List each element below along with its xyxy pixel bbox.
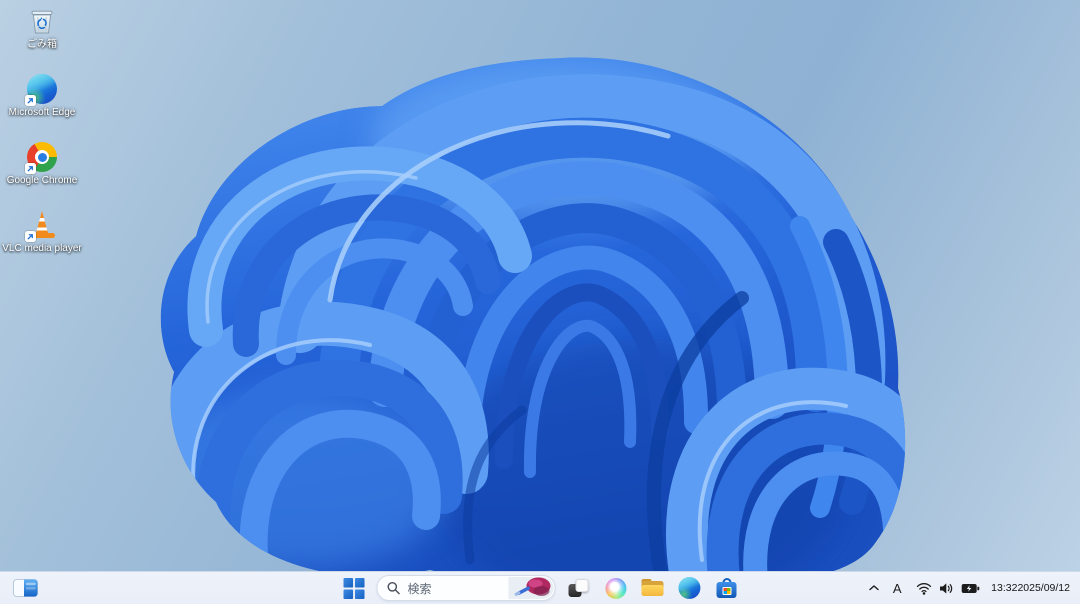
clock-date: 2025/09/12	[1017, 581, 1070, 594]
search-highlight-image	[508, 577, 554, 599]
search-icon	[387, 582, 400, 595]
shortcut-arrow-icon	[25, 163, 36, 174]
desktop-icon-recycle-bin[interactable]: ごみ箱	[6, 6, 78, 51]
tray-status-cluster[interactable]	[909, 575, 987, 601]
microsoft-store-icon	[716, 577, 738, 599]
start-button[interactable]	[337, 575, 371, 601]
taskbar-clock[interactable]: 13:32 2025/09/12	[987, 575, 1076, 601]
ime-mode-indicator[interactable]: A	[885, 575, 909, 601]
copilot-button[interactable]	[599, 575, 633, 601]
task-view-button[interactable]	[562, 575, 596, 601]
taskbar: 検索 A 13:32 2025/09/12	[0, 571, 1080, 604]
edge-taskbar-icon	[678, 577, 701, 599]
chrome-icon	[25, 142, 57, 174]
taskbar-search-box[interactable]: 検索	[376, 575, 556, 601]
file-explorer-icon	[641, 579, 664, 597]
desktop-icon-label: Microsoft Edge	[8, 107, 76, 118]
desktop-wallpaper: ごみ箱 Microsoft Edge Google Chrome VLC med…	[0, 0, 1080, 604]
wallpaper-bloom-graphic	[160, 57, 906, 588]
recycle-bin-icon	[27, 6, 57, 36]
shortcut-arrow-icon	[25, 95, 36, 106]
tray-show-hidden-icons-button[interactable]	[863, 575, 885, 601]
edge-button[interactable]	[673, 575, 707, 601]
wifi-icon	[917, 582, 932, 595]
copilot-icon	[605, 577, 626, 599]
desktop-icon-label: Google Chrome	[6, 175, 78, 186]
vlc-icon	[25, 210, 57, 242]
task-view-icon	[568, 578, 589, 598]
desktop-icon-google-chrome[interactable]: Google Chrome	[6, 142, 78, 187]
desktop-icon-microsoft-edge[interactable]: Microsoft Edge	[6, 74, 78, 119]
desktop-icon-label: VLC media player	[2, 243, 82, 254]
battery-icon	[961, 583, 980, 593]
desktop-icon-label: ごみ箱	[27, 39, 57, 50]
desktop-icon-vlc[interactable]: VLC media player	[2, 210, 82, 255]
file-explorer-button[interactable]	[636, 575, 670, 601]
search-placeholder-text: 検索	[407, 581, 432, 596]
windows-logo-icon	[343, 577, 364, 599]
shortcut-arrow-icon	[25, 231, 36, 242]
volume-icon	[940, 582, 953, 594]
edge-icon	[25, 74, 57, 106]
widgets-button[interactable]	[8, 575, 42, 601]
clock-time: 13:32	[991, 581, 1018, 594]
microsoft-store-button[interactable]	[710, 575, 744, 601]
desktop-icon-grid: ごみ箱 Microsoft Edge Google Chrome VLC med…	[2, 6, 82, 255]
chevron-up-icon	[869, 585, 879, 591]
widgets-icon	[12, 579, 38, 597]
